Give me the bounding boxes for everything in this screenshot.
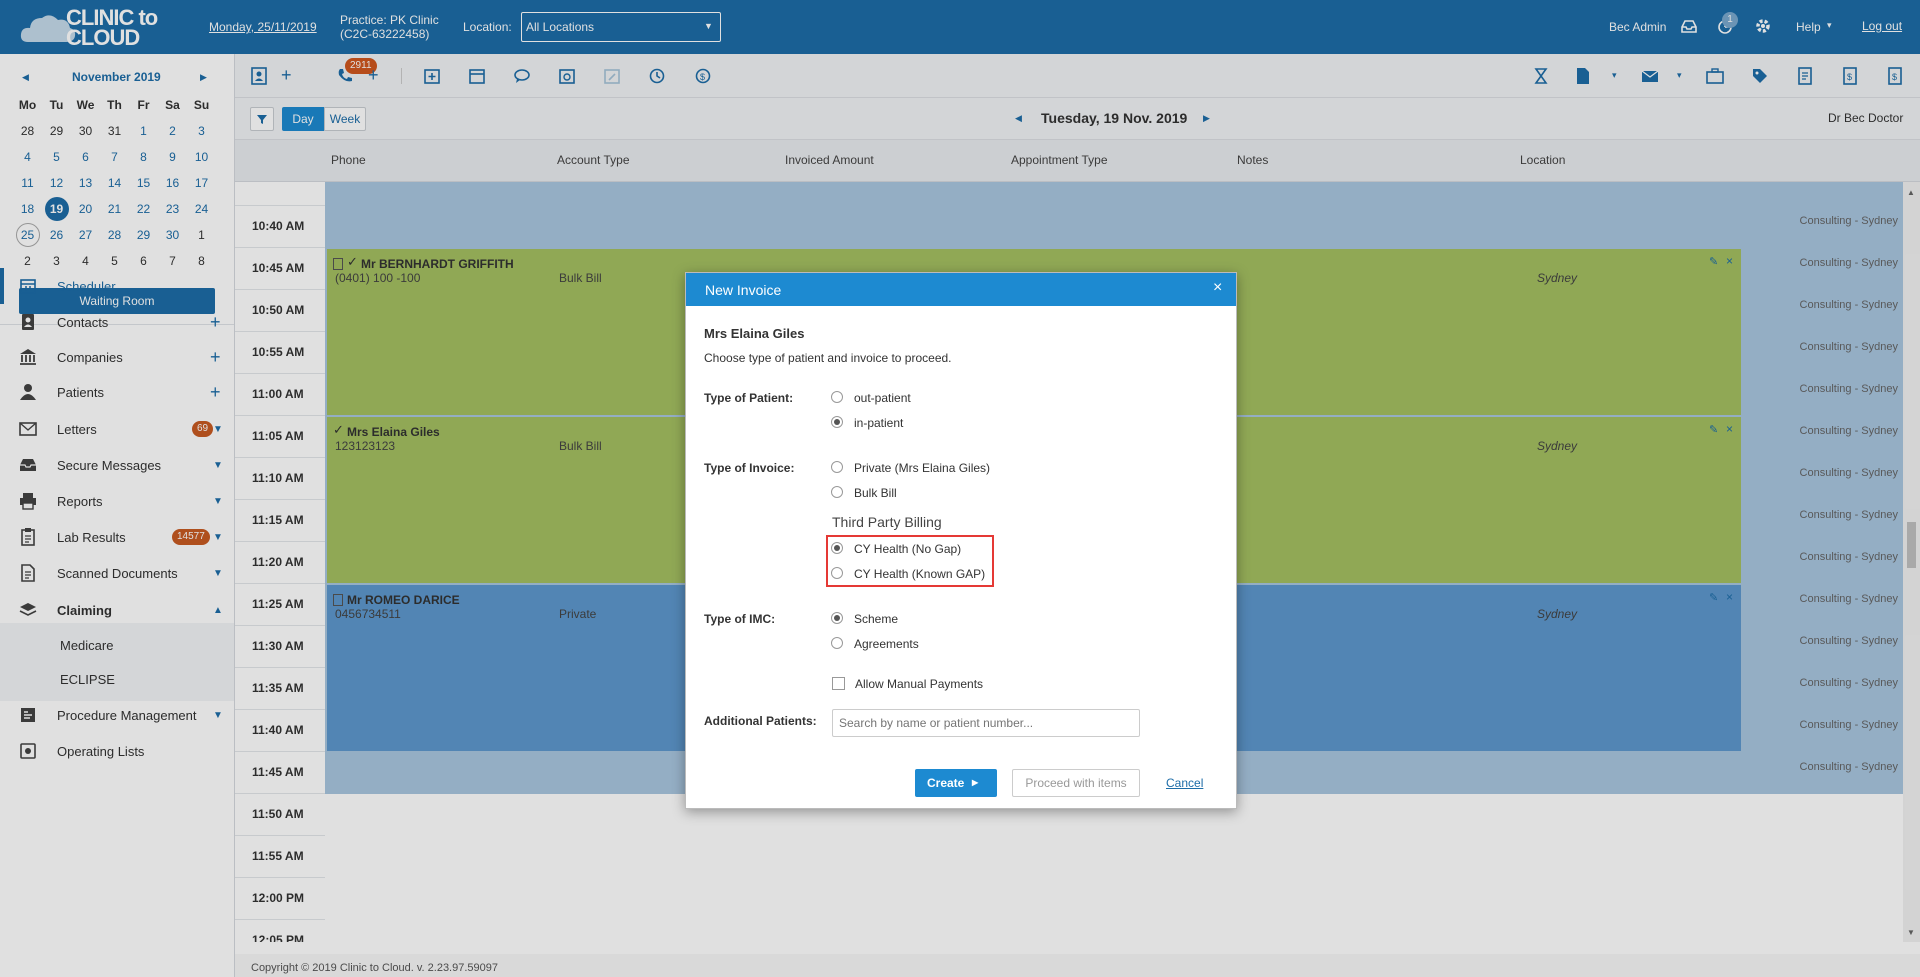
third-party-billing-heading: Third Party Billing xyxy=(832,514,942,530)
allow-manual-payments-label[interactable]: Allow Manual Payments xyxy=(855,677,983,691)
bulk-bill-radio[interactable] xyxy=(831,486,843,498)
new-invoice-dialog: New Invoice × Mrs Elaina Giles Choose ty… xyxy=(685,272,1237,809)
type-of-imc-label: Type of IMC: xyxy=(704,612,776,626)
close-icon[interactable]: × xyxy=(1213,279,1222,297)
scheme-label[interactable]: Scheme xyxy=(854,612,898,626)
proceed-with-items-button[interactable]: Proceed with items xyxy=(1012,769,1140,797)
out-patient-radio[interactable] xyxy=(831,391,843,403)
private-invoice-radio[interactable] xyxy=(831,461,843,473)
additional-patients-search-input[interactable] xyxy=(832,709,1140,737)
private-invoice-label[interactable]: Private (Mrs Elaina Giles) xyxy=(854,461,990,475)
agreements-label[interactable]: Agreements xyxy=(854,637,919,651)
out-patient-label[interactable]: out-patient xyxy=(854,391,911,405)
create-button-label: Create xyxy=(927,776,965,790)
play-arrow-icon: ▶ xyxy=(972,778,979,787)
scheme-radio[interactable] xyxy=(831,612,843,624)
patient-name: Mrs Elaina Giles xyxy=(704,326,805,341)
cy-health-no-gap-radio[interactable] xyxy=(831,542,843,554)
bulk-bill-label[interactable]: Bulk Bill xyxy=(854,486,897,500)
cy-health-no-gap-label[interactable]: CY Health (No Gap) xyxy=(854,542,961,556)
cancel-link[interactable]: Cancel xyxy=(1166,776,1203,790)
type-of-patient-label: Type of Patient: xyxy=(704,391,794,405)
cy-health-known-gap-label[interactable]: CY Health (Known GAP) xyxy=(854,567,985,581)
in-patient-radio[interactable] xyxy=(831,416,843,428)
dialog-instruction: Choose type of patient and invoice to pr… xyxy=(704,351,952,365)
agreements-radio[interactable] xyxy=(831,637,843,649)
dialog-header: New Invoice × xyxy=(686,273,1236,306)
dialog-title: New Invoice xyxy=(705,282,782,298)
allow-manual-payments-checkbox[interactable] xyxy=(832,677,845,690)
create-button[interactable]: Create ▶ xyxy=(915,769,997,797)
cy-health-known-gap-radio[interactable] xyxy=(831,567,843,579)
in-patient-label[interactable]: in-patient xyxy=(854,416,903,430)
additional-patients-label: Additional Patients: xyxy=(704,714,817,728)
type-of-invoice-label: Type of Invoice: xyxy=(704,461,795,475)
